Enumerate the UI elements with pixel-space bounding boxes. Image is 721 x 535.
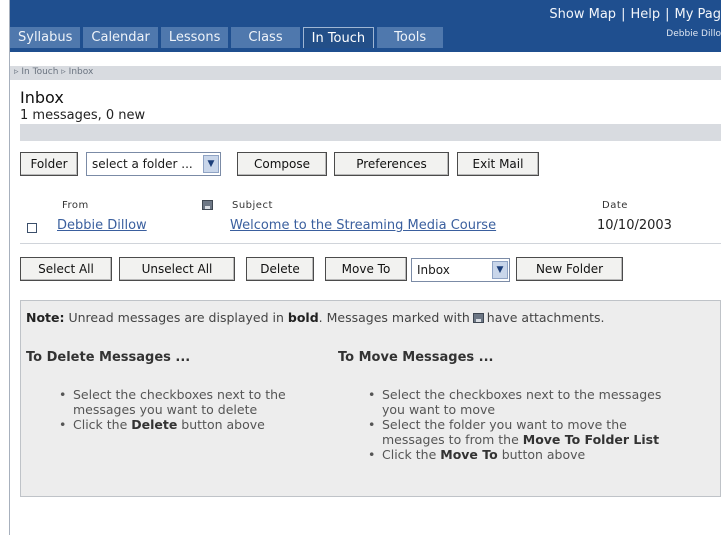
help-line: Click the — [382, 447, 441, 462]
show-map-link[interactable]: Show Map — [549, 7, 616, 22]
help-line: button above — [177, 417, 265, 432]
delete-help-list: Select the checkboxes next to the messag… — [53, 387, 286, 432]
help-bold: Move To — [440, 447, 498, 462]
attachment-icon — [202, 200, 213, 210]
help-bold: Move To Folder List — [522, 432, 660, 447]
left-border — [9, 0, 10, 535]
note-bold-word: bold — [287, 310, 319, 325]
folder-select-value: select a folder ... — [92, 157, 193, 171]
list-item: Select the folder you want to move the m… — [362, 417, 661, 447]
note-text-part1: Unread messages are displayed in — [64, 310, 288, 325]
note-label: Note: — [26, 310, 65, 325]
select-all-button[interactable]: Select All — [20, 257, 112, 281]
breadcrumb-bar: ▹ In Touch ▹ Inbox — [10, 66, 721, 80]
note-text-part2: . Messages marked with — [318, 310, 470, 325]
folder-button[interactable]: Folder — [20, 152, 78, 176]
status-bar — [20, 124, 721, 141]
preferences-button[interactable]: Preferences — [334, 152, 449, 176]
folder-select[interactable]: select a folder ... ▼ — [86, 152, 221, 176]
link-separator: | — [621, 7, 626, 22]
list-item: Select the checkboxes next to the messag… — [362, 387, 661, 417]
move-to-button[interactable]: Move To — [325, 257, 407, 281]
delete-button[interactable]: Delete — [246, 257, 314, 281]
unselect-all-button[interactable]: Unselect All — [119, 257, 235, 281]
help-line: button above — [497, 447, 586, 462]
user-name: Debbie Dillo — [666, 29, 721, 39]
help-line: Select the folder you want to move the — [382, 417, 627, 432]
message-checkbox[interactable] — [27, 223, 37, 233]
column-header-date[interactable]: Date — [602, 200, 628, 211]
list-item: Click the Delete button above — [53, 417, 286, 432]
help-line: messages to from the — [382, 432, 523, 447]
tab-class[interactable]: Class — [231, 27, 300, 48]
tab-tools[interactable]: Tools — [377, 27, 444, 48]
column-header-from[interactable]: From — [62, 200, 89, 211]
help-line: you want to move — [382, 402, 496, 417]
message-count: 1 messages, 0 new — [20, 108, 146, 123]
top-links: Show Map | Help | My Pag — [549, 7, 721, 22]
tab-syllabus[interactable]: Syllabus — [10, 27, 81, 48]
help-note-box: Note: Unread messages are displayed in b… — [20, 300, 721, 497]
course-title: Streaming Media Production — [14, 51, 198, 66]
move-to-folder-select[interactable]: Inbox ▼ — [411, 258, 510, 282]
message-date: 10/10/2003 — [597, 218, 672, 233]
help-line: Click the — [73, 417, 132, 432]
tab-lessons[interactable]: Lessons — [160, 27, 229, 48]
list-item: Click the Move To button above — [362, 447, 661, 462]
tab-calendar[interactable]: Calendar — [83, 27, 158, 48]
help-line: Select the checkboxes next to the messag… — [382, 387, 662, 402]
note-text: Note: Unread messages are displayed in b… — [26, 310, 605, 325]
link-separator: | — [665, 7, 670, 22]
message-from-link[interactable]: Debbie Dillow — [57, 218, 147, 233]
move-help-heading: To Move Messages ... — [338, 350, 494, 365]
main-tabs: Syllabus Calendar Lessons Class In Touch… — [10, 27, 444, 48]
move-help-list: Select the checkboxes next to the messag… — [362, 387, 661, 462]
attachment-icon — [472, 313, 484, 323]
delete-help-heading: To Delete Messages ... — [26, 350, 191, 365]
help-line: Select the checkboxes next to the — [73, 387, 286, 402]
row-divider — [20, 243, 721, 244]
breadcrumb[interactable]: ▹ In Touch ▹ Inbox — [14, 67, 93, 77]
help-line: messages you want to delete — [73, 402, 258, 417]
new-folder-button[interactable]: New Folder — [516, 257, 623, 281]
column-header-subject[interactable]: Subject — [232, 200, 273, 211]
help-link[interactable]: Help — [630, 7, 660, 22]
help-bold: Delete — [131, 417, 178, 432]
chevron-down-icon[interactable]: ▼ — [492, 261, 508, 279]
move-folder-value: Inbox — [417, 263, 450, 277]
exit-mail-button[interactable]: Exit Mail — [457, 152, 539, 176]
page-title: Inbox — [20, 88, 64, 107]
chevron-down-icon[interactable]: ▼ — [203, 155, 219, 173]
list-item: Select the checkboxes next to the messag… — [53, 387, 286, 417]
message-subject-link[interactable]: Welcome to the Streaming Media Course — [230, 218, 496, 233]
my-page-link[interactable]: My Pag — [674, 7, 721, 22]
compose-button[interactable]: Compose — [237, 152, 327, 176]
tab-in-touch[interactable]: In Touch — [302, 27, 375, 48]
note-text-part3: have attachments. — [486, 310, 605, 325]
